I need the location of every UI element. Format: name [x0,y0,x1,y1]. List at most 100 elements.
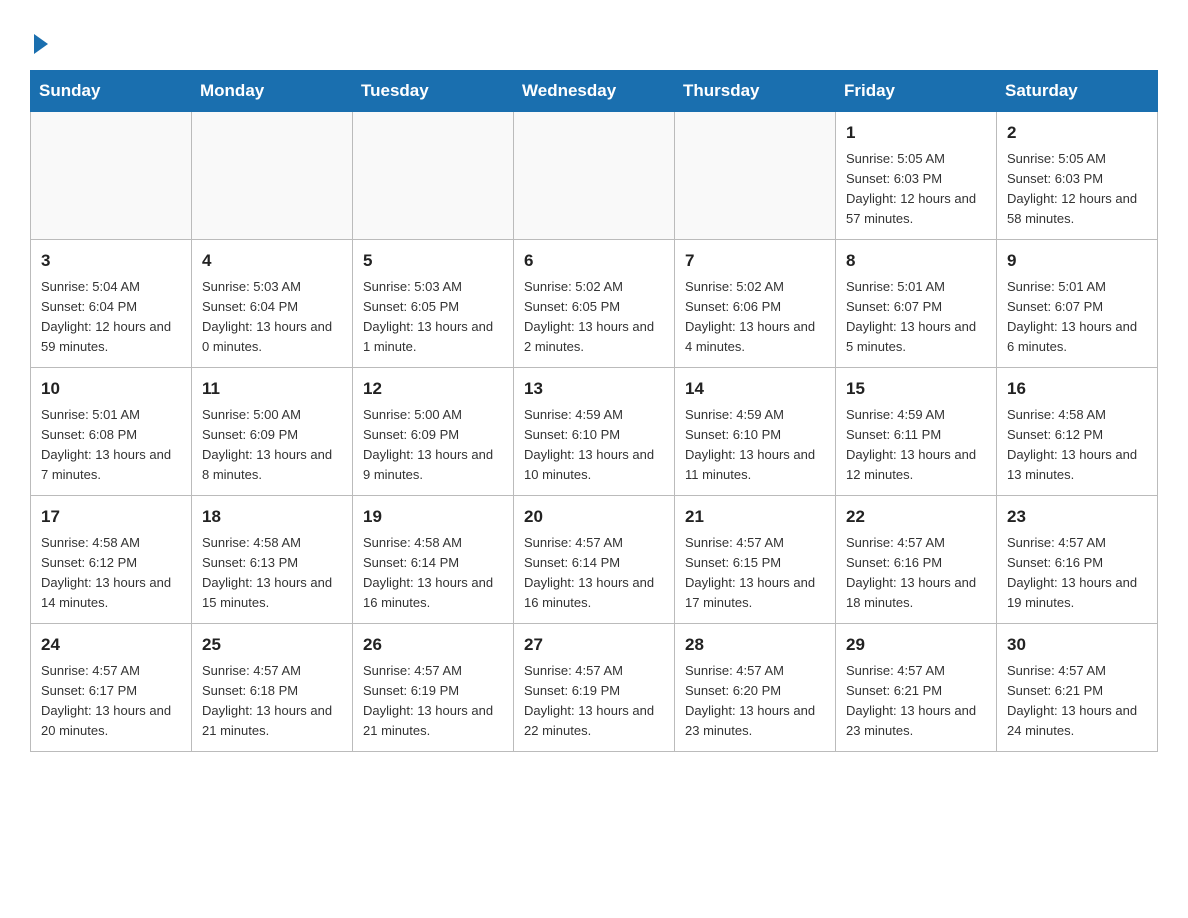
day-number: 27 [524,632,664,658]
day-info: Sunrise: 5:02 AMSunset: 6:05 PMDaylight:… [524,277,664,358]
day-number: 1 [846,120,986,146]
calendar-cell: 23 Sunrise: 4:57 AMSunset: 6:16 PMDayligh… [997,496,1158,624]
calendar-cell: 28Sunrise: 4:57 AMSunset: 6:20 PMDayligh… [675,624,836,752]
day-info: Sunrise: 5:01 AMSunset: 6:07 PMDaylight:… [846,277,986,358]
day-info: Sunrise: 4:57 AMSunset: 6:17 PMDaylight:… [41,661,181,742]
day-number: 6 [524,248,664,274]
day-info: Sunrise: 4:57 AMSunset: 6:16 PMDaylight:… [846,533,986,614]
day-of-week-header: Monday [192,71,353,112]
day-number: 10 [41,376,181,402]
calendar-cell: 27 Sunrise: 4:57 AMSunset: 6:19 PMDayligh… [514,624,675,752]
day-number: 26 [363,632,503,658]
day-info: Sunrise: 5:03 AMSunset: 6:04 PMDaylight:… [202,277,342,358]
day-info: Sunrise: 5:05 AMSunset: 6:03 PMDaylight:… [846,149,986,230]
calendar-cell: 20Sunrise: 4:57 AMSunset: 6:14 PMDayligh… [514,496,675,624]
day-number: 18 [202,504,342,530]
day-info: Sunrise: 5:05 AMSunset: 6:03 PMDaylight:… [1007,149,1147,230]
day-number: 15 [846,376,986,402]
day-of-week-header: Thursday [675,71,836,112]
day-info: Sunrise: 4:57 AMSunset: 6:21 PMDaylight:… [846,661,986,742]
day-number: 13 [524,376,664,402]
calendar-header-row: SundayMondayTuesdayWednesdayThursdayFrid… [31,71,1158,112]
calendar-cell: 11Sunrise: 5:00 AMSunset: 6:09 PMDayligh… [192,368,353,496]
day-info: Sunrise: 4:57 AMSunset: 6:19 PMDaylight:… [363,661,503,742]
calendar-week-row: 10 Sunrise: 5:01 AMSunset: 6:08 PMDayligh… [31,368,1158,496]
day-number: 11 [202,376,342,402]
day-info: Sunrise: 4:57 AMSunset: 6:16 PMDaylight:… [1007,533,1147,614]
day-number: 16 [1007,376,1147,402]
day-number: 21 [685,504,825,530]
day-number: 14 [685,376,825,402]
calendar-cell: 10 Sunrise: 5:01 AMSunset: 6:08 PMDayligh… [31,368,192,496]
day-number: 19 [363,504,503,530]
day-info: Sunrise: 4:58 AMSunset: 6:12 PMDaylight:… [1007,405,1147,486]
day-info: Sunrise: 4:59 AMSunset: 6:10 PMDaylight:… [685,405,825,486]
day-info: Sunrise: 5:01 AMSunset: 6:08 PMDaylight:… [41,405,181,486]
day-info: Sunrise: 4:57 AMSunset: 6:20 PMDaylight:… [685,661,825,742]
page-header [30,20,1158,52]
calendar-cell: 22 Sunrise: 4:57 AMSunset: 6:16 PMDayligh… [836,496,997,624]
day-info: Sunrise: 4:57 AMSunset: 6:18 PMDaylight:… [202,661,342,742]
calendar-cell: 16 Sunrise: 4:58 AMSunset: 6:12 PMDayligh… [997,368,1158,496]
day-number: 22 [846,504,986,530]
calendar-week-row: 24 Sunrise: 4:57 AMSunset: 6:17 PMDayligh… [31,624,1158,752]
calendar-cell: 19 Sunrise: 4:58 AMSunset: 6:14 PMDayligh… [353,496,514,624]
day-info: Sunrise: 5:04 AMSunset: 6:04 PMDaylight:… [41,277,181,358]
day-number: 2 [1007,120,1147,146]
calendar-cell: 17 Sunrise: 4:58 AMSunset: 6:12 PMDayligh… [31,496,192,624]
calendar-cell: 18 Sunrise: 4:58 AMSunset: 6:13 PMDayligh… [192,496,353,624]
day-number: 23 [1007,504,1147,530]
calendar-cell [192,112,353,240]
day-number: 5 [363,248,503,274]
calendar-cell [31,112,192,240]
calendar-cell: 14 Sunrise: 4:59 AMSunset: 6:10 PMDayligh… [675,368,836,496]
day-info: Sunrise: 4:58 AMSunset: 6:12 PMDaylight:… [41,533,181,614]
calendar-cell: 2 Sunrise: 5:05 AMSunset: 6:03 PMDaylight… [997,112,1158,240]
calendar-cell: 25 Sunrise: 4:57 AMSunset: 6:18 PMDayligh… [192,624,353,752]
calendar-cell: 4 Sunrise: 5:03 AMSunset: 6:04 PMDaylight… [192,240,353,368]
day-of-week-header: Sunday [31,71,192,112]
day-number: 29 [846,632,986,658]
calendar-cell: 26 Sunrise: 4:57 AMSunset: 6:19 PMDayligh… [353,624,514,752]
day-info: Sunrise: 4:57 AMSunset: 6:21 PMDaylight:… [1007,661,1147,742]
calendar-cell [353,112,514,240]
calendar-cell: 15 Sunrise: 4:59 AMSunset: 6:11 PMDayligh… [836,368,997,496]
day-info: Sunrise: 4:57 AMSunset: 6:19 PMDaylight:… [524,661,664,742]
day-info: Sunrise: 4:59 AMSunset: 6:10 PMDaylight:… [524,405,664,486]
day-number: 7 [685,248,825,274]
day-info: Sunrise: 4:57 AMSunset: 6:14 PMDaylight:… [524,533,664,614]
calendar-cell: 29 Sunrise: 4:57 AMSunset: 6:21 PMDayligh… [836,624,997,752]
day-of-week-header: Friday [836,71,997,112]
day-number: 25 [202,632,342,658]
day-number: 12 [363,376,503,402]
day-number: 30 [1007,632,1147,658]
day-number: 8 [846,248,986,274]
calendar-cell: 24 Sunrise: 4:57 AMSunset: 6:17 PMDayligh… [31,624,192,752]
day-of-week-header: Tuesday [353,71,514,112]
day-number: 9 [1007,248,1147,274]
day-info: Sunrise: 4:57 AMSunset: 6:15 PMDaylight:… [685,533,825,614]
calendar-cell: 1 Sunrise: 5:05 AMSunset: 6:03 PMDaylight… [836,112,997,240]
day-info: Sunrise: 4:58 AMSunset: 6:13 PMDaylight:… [202,533,342,614]
day-info: Sunrise: 4:59 AMSunset: 6:11 PMDaylight:… [846,405,986,486]
day-of-week-header: Saturday [997,71,1158,112]
day-number: 4 [202,248,342,274]
calendar-cell: 13 Sunrise: 4:59 AMSunset: 6:10 PMDayligh… [514,368,675,496]
calendar-cell: 5 Sunrise: 5:03 AMSunset: 6:05 PMDaylight… [353,240,514,368]
day-info: Sunrise: 5:01 AMSunset: 6:07 PMDaylight:… [1007,277,1147,358]
calendar-week-row: 3Sunrise: 5:04 AMSunset: 6:04 PMDaylight… [31,240,1158,368]
calendar-cell [514,112,675,240]
calendar-cell [675,112,836,240]
day-number: 24 [41,632,181,658]
logo-arrow-icon [34,34,48,54]
day-of-week-header: Wednesday [514,71,675,112]
day-info: Sunrise: 4:58 AMSunset: 6:14 PMDaylight:… [363,533,503,614]
day-number: 17 [41,504,181,530]
day-info: Sunrise: 5:03 AMSunset: 6:05 PMDaylight:… [363,277,503,358]
calendar-cell: 12Sunrise: 5:00 AMSunset: 6:09 PMDayligh… [353,368,514,496]
calendar-cell: 30 Sunrise: 4:57 AMSunset: 6:21 PMDayligh… [997,624,1158,752]
calendar-cell: 7 Sunrise: 5:02 AMSunset: 6:06 PMDaylight… [675,240,836,368]
day-info: Sunrise: 5:02 AMSunset: 6:06 PMDaylight:… [685,277,825,358]
calendar-week-row: 1 Sunrise: 5:05 AMSunset: 6:03 PMDaylight… [31,112,1158,240]
calendar-cell: 6 Sunrise: 5:02 AMSunset: 6:05 PMDaylight… [514,240,675,368]
